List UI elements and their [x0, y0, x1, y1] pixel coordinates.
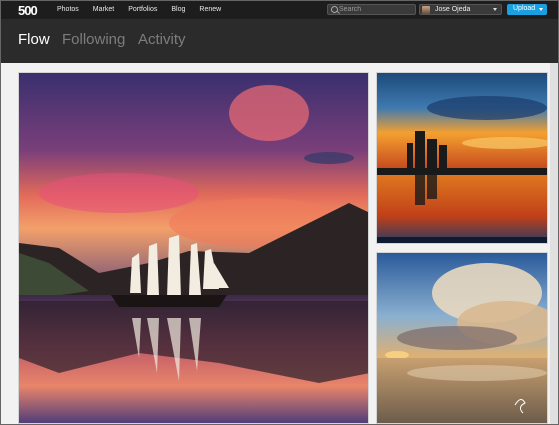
chevron-down-icon [539, 8, 543, 11]
tab-flow[interactable]: Flow [18, 31, 50, 48]
top-navigation-bar: 500 Photos Market Portfolios Blog Renew … [1, 1, 558, 19]
tab-following[interactable]: Following [62, 31, 125, 48]
beach-clouds-photo [377, 253, 547, 423]
avatar [422, 6, 430, 14]
nav-market[interactable]: Market [93, 6, 114, 13]
user-name: Jose Ojeda [435, 6, 471, 13]
user-menu[interactable]: Jose Ojeda [419, 4, 502, 15]
nav-blog[interactable]: Blog [171, 6, 185, 13]
photo-card-abbey[interactable] [376, 72, 548, 244]
upload-label: Upload [513, 5, 536, 12]
nav-renew[interactable]: Renew [199, 6, 221, 13]
ship-sunset-photo [19, 73, 368, 423]
search-input[interactable] [339, 5, 413, 14]
abbey-sunset-photo [377, 73, 547, 243]
tab-activity[interactable]: Activity [138, 31, 186, 48]
app-window: 500 Photos Market Portfolios Blog Renew … [0, 0, 559, 425]
photo-card-beach[interactable] [376, 252, 548, 424]
page-right-edge [550, 63, 558, 424]
nav-portfolios[interactable]: Portfolios [128, 6, 157, 13]
500px-logo[interactable]: 500 [18, 3, 38, 18]
main-nav: Photos Market Portfolios Blog Renew [57, 6, 235, 13]
search-icon [331, 6, 338, 13]
nav-photos[interactable]: Photos [57, 6, 79, 13]
upload-button[interactable]: Upload [507, 4, 547, 15]
photo-card-ship[interactable] [18, 72, 369, 424]
chevron-down-icon [493, 8, 497, 11]
search-box[interactable] [327, 4, 416, 15]
feed-tabs: Flow Following Activity [1, 19, 558, 63]
